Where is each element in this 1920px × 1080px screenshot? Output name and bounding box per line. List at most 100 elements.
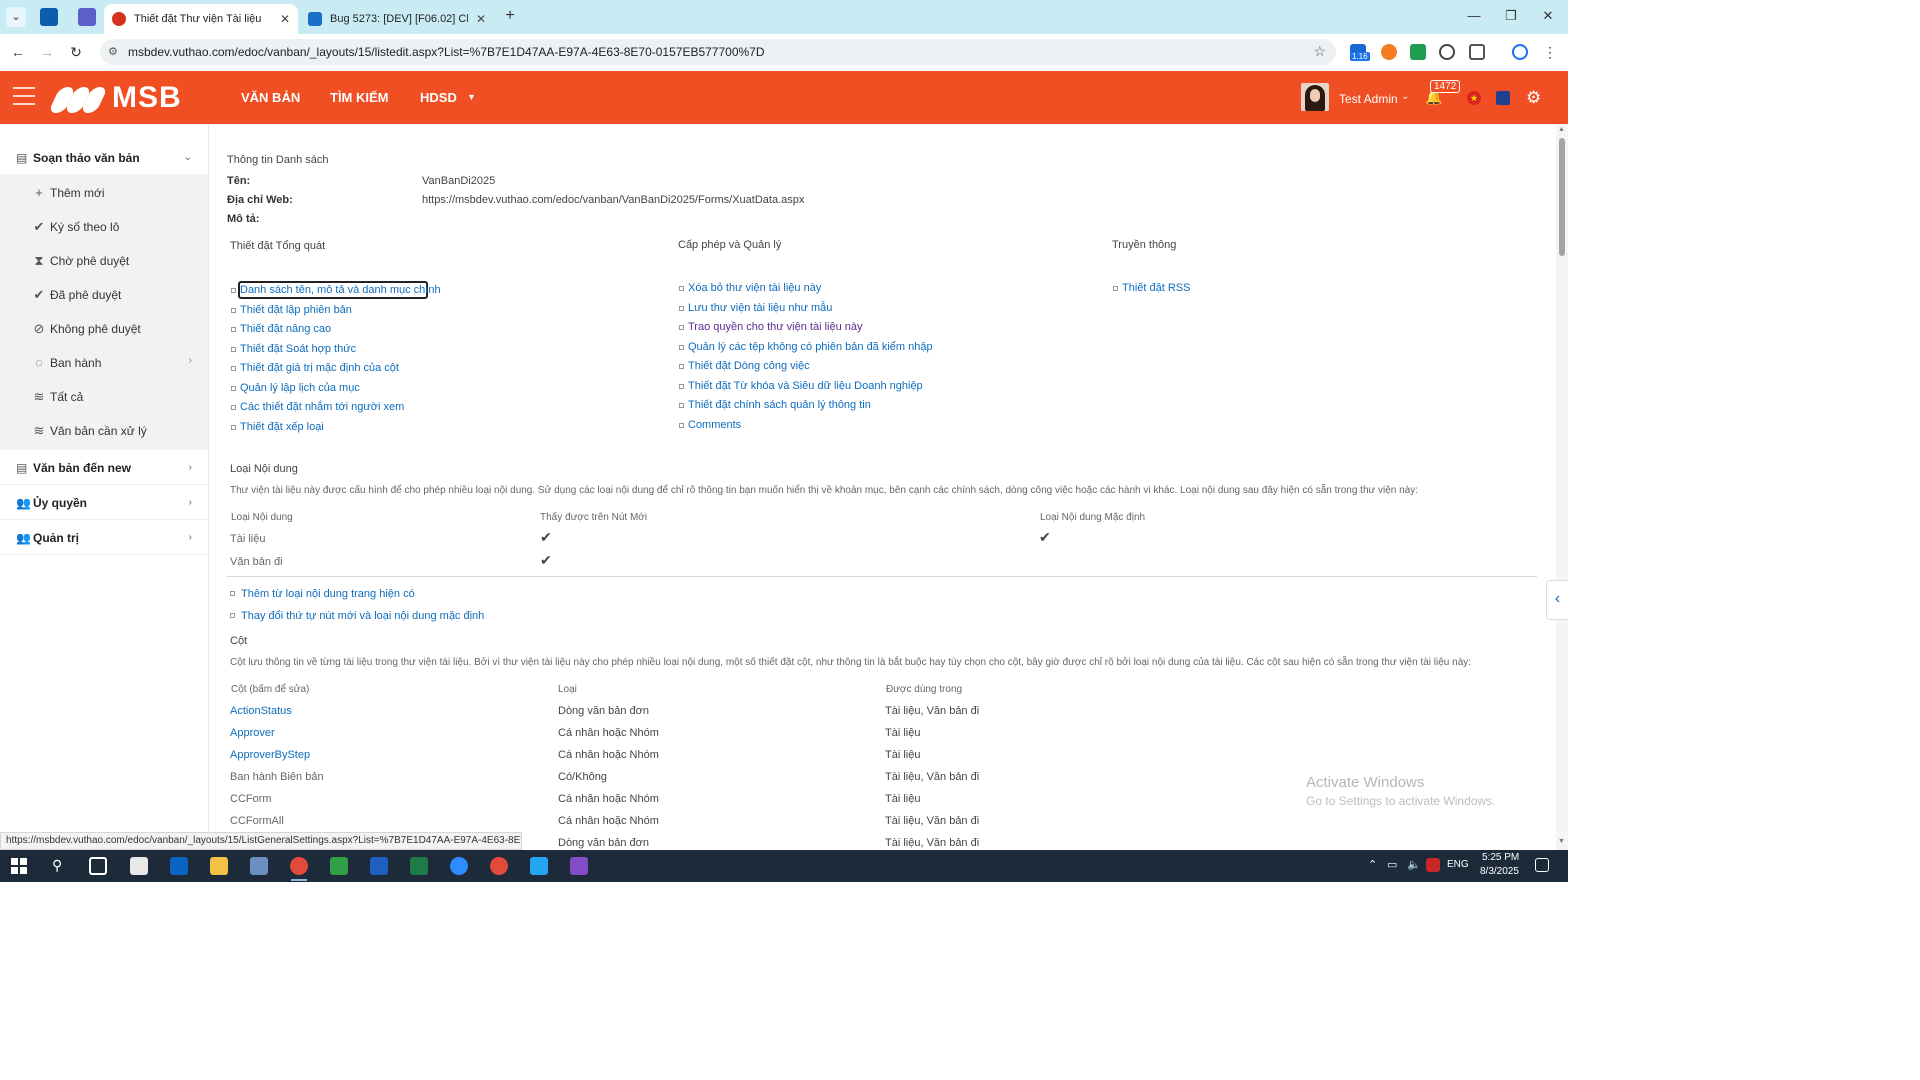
close-window-icon[interactable]: ✕ [1538, 8, 1558, 24]
bookmark-star-icon[interactable]: ☆ [1313, 43, 1326, 60]
sidebar-section-soan-thao[interactable]: ▤ Soạn thảo văn bản ⌄ [0, 141, 208, 175]
column-name[interactable]: CCFormAll [230, 815, 284, 827]
pinned-tab-azure-devops-icon[interactable] [40, 8, 58, 26]
link-permissions[interactable]: Trao quyền cho thư viện tài liệu này [688, 321, 863, 333]
link-general-name-description[interactable]: Danh sách tên, mô tả và danh mục chính [240, 284, 441, 296]
new-tab-icon[interactable]: + [500, 7, 520, 25]
sidebar-item-khong-phe-duyet[interactable]: ⊘ Không phê duyệt [0, 312, 208, 346]
sidebar-section-uy-quyen[interactable]: 👥 Ủy quyền › [0, 486, 208, 520]
link-comments[interactable]: Comments [688, 419, 741, 431]
network-icon[interactable]: ▭ [1387, 858, 1397, 871]
nav-tim-kiem[interactable]: TÌM KIẾM [330, 90, 389, 105]
link-delete-library[interactable]: Xóa bỏ thư viện tài liệu này [688, 282, 821, 294]
scroll-up-icon[interactable]: ▲ [1558, 126, 1565, 133]
avatar[interactable] [1301, 83, 1329, 111]
address-bar[interactable]: ⚙ msbdev.vuthao.com/edoc/vanban/_layouts… [100, 39, 1336, 65]
sidebar-item-them-moi[interactable]: + Thêm mới [0, 176, 208, 210]
link-information-policy[interactable]: Thiết đặt chính sách quản lý thông tin [688, 399, 871, 411]
tab-search-icon[interactable]: ⌄ [6, 7, 26, 27]
link-rating-settings[interactable]: Thiết đặt xếp loại [240, 421, 324, 433]
sidebar-section-van-ban-den[interactable]: ▤ Văn bản đến new › [0, 451, 208, 485]
volume-muted-icon[interactable]: 🔈 [1407, 858, 1421, 871]
extension-shield-icon[interactable] [1439, 44, 1455, 60]
notion-icon[interactable] [130, 857, 148, 875]
link-change-button-order[interactable]: Thay đổi thứ tự nút mới và loại nội dung… [241, 610, 484, 622]
tab-bug-5273[interactable]: Bug 5273: [DEV] [F06.02] Chi tiế ✕ [300, 4, 494, 34]
link-column-default-settings[interactable]: Thiết đặt giá trị mặc định của cột [240, 362, 399, 374]
excel-icon[interactable] [410, 857, 428, 875]
tray-chevron-up-icon[interactable]: ⌃ [1368, 858, 1377, 871]
nav-van-ban[interactable]: VĂN BẢN [241, 90, 300, 105]
scroll-down-icon[interactable]: ▼ [1558, 838, 1565, 845]
column-name-link[interactable]: ApproverByStep [230, 749, 310, 761]
link-versioning-settings[interactable]: Thiết đặt lập phiên bản [240, 304, 352, 316]
clock-date[interactable]: 8/3/2025 [1480, 866, 1519, 877]
notification-center-icon[interactable] [1535, 858, 1549, 872]
uk-flag-icon[interactable] [1496, 91, 1510, 105]
sidebar-item-tat-ca[interactable]: ≋ Tất cả [0, 380, 208, 414]
minimize-icon[interactable]: — [1464, 8, 1484, 23]
forward-icon[interactable]: → [37, 42, 57, 62]
outlook-icon[interactable] [170, 857, 188, 875]
link-validation-settings[interactable]: Thiết đặt Soát hợp thức [240, 343, 356, 355]
extension-orange-icon[interactable] [1381, 44, 1397, 60]
file-explorer-icon[interactable] [210, 857, 228, 875]
url-text[interactable]: msbdev.vuthao.com/edoc/vanban/_layouts/1… [128, 45, 765, 59]
word-icon[interactable] [370, 857, 388, 875]
column-name-link[interactable]: Approver [230, 727, 275, 739]
link-item-scheduling[interactable]: Quản lý lập lịch của mục [240, 382, 360, 394]
notepad-plus-icon[interactable] [330, 857, 348, 875]
extension-green-icon[interactable] [1410, 44, 1426, 60]
sidebar-item-ky-so[interactable]: ✔ Ký số theo lô [0, 210, 208, 244]
restore-icon[interactable]: ❐ [1501, 8, 1521, 24]
link-workflow-settings[interactable]: Thiết đặt Dòng công việc [688, 360, 810, 372]
column-name[interactable]: CCForm [230, 793, 272, 805]
hdsd-chevron-down-icon[interactable]: ▼ [467, 92, 476, 102]
search-icon[interactable]: ⚲ [52, 857, 62, 874]
link-keywords-metadata[interactable]: Thiết đặt Từ khóa và Siêu dữ liệu Doanh … [688, 380, 923, 392]
link-save-as-template[interactable]: Lưu thư viện tài liệu như mẫu [688, 302, 832, 314]
back-icon[interactable]: ← [8, 42, 28, 62]
sidebar-item-cho-phe-duyet[interactable]: ⧗ Chờ phê duyệt [0, 244, 208, 278]
link-audience-targeting[interactable]: Các thiết đặt nhắm tới người xem [240, 401, 404, 413]
sidebar-item-ban-hanh[interactable]: ◌ Ban hành › [0, 346, 208, 380]
reload-icon[interactable]: ↻ [66, 42, 86, 62]
user-chevron-down-icon[interactable]: ⌄ [1401, 91, 1409, 102]
chrome-profile-icon[interactable] [490, 857, 508, 875]
chrome-icon[interactable] [290, 857, 308, 875]
column-name[interactable]: Ban hành Biên bản [230, 771, 324, 783]
nav-hdsd[interactable]: HDSD [420, 90, 457, 105]
sidebar-section-quan-tri[interactable]: 👥 Quản trị › [0, 521, 208, 555]
link-advanced-settings[interactable]: Thiết đặt nâng cao [240, 323, 331, 335]
more-menu-icon[interactable]: ⋮ [1540, 42, 1560, 62]
input-language[interactable]: ENG [1447, 859, 1469, 870]
link-add-existing-content-type[interactable]: Thêm từ loại nội dung trang hiện có [241, 588, 415, 600]
link-rss-settings[interactable]: Thiết đặt RSS [1122, 282, 1190, 294]
settings-gear-icon[interactable]: ⚙ [1526, 88, 1541, 108]
msb-logo[interactable]: MSB [47, 81, 182, 115]
zoom-icon[interactable] [450, 857, 468, 875]
user-name[interactable]: Test Admin [1339, 92, 1398, 106]
pinned-tab-teams-icon[interactable] [78, 8, 96, 26]
close-tab-icon[interactable]: ✕ [280, 12, 290, 26]
visual-studio-icon[interactable] [570, 857, 588, 875]
close-tab-icon[interactable]: ✕ [476, 12, 486, 26]
column-name-link[interactable]: ActionStatus [230, 705, 292, 717]
hamburger-menu-icon[interactable] [13, 87, 35, 105]
scrollbar-thumb[interactable] [1559, 138, 1565, 256]
vscode-icon[interactable] [530, 857, 548, 875]
link-manage-checked-out-files[interactable]: Quản lý các tệp không có phiên bản đã ki… [688, 341, 933, 353]
unikey-icon[interactable] [1426, 858, 1440, 872]
vertical-scrollbar[interactable]: ▲ ▼ [1556, 124, 1568, 850]
sidebar-item-van-ban-can-xu-ly[interactable]: ≋ Văn bản cần xử lý [0, 414, 208, 448]
site-info-icon[interactable]: ⚙ [108, 45, 118, 58]
extensions-puzzle-icon[interactable] [1469, 44, 1485, 60]
collapse-panel-chevron-left-icon[interactable]: ‹ [1546, 580, 1568, 620]
sidebar-item-da-phe-duyet[interactable]: ✔ Đã phê duyệt [0, 278, 208, 312]
windows-start-icon[interactable] [11, 858, 27, 874]
clock-time[interactable]: 5:25 PM [1482, 852, 1519, 863]
vietnam-flag-icon[interactable]: ★ [1467, 91, 1481, 105]
tab-list-settings[interactable]: Thiết đặt Thư viện Tài liệu ✕ [104, 4, 298, 34]
task-view-icon[interactable] [89, 857, 107, 875]
remote-desktop-icon[interactable] [250, 857, 268, 875]
